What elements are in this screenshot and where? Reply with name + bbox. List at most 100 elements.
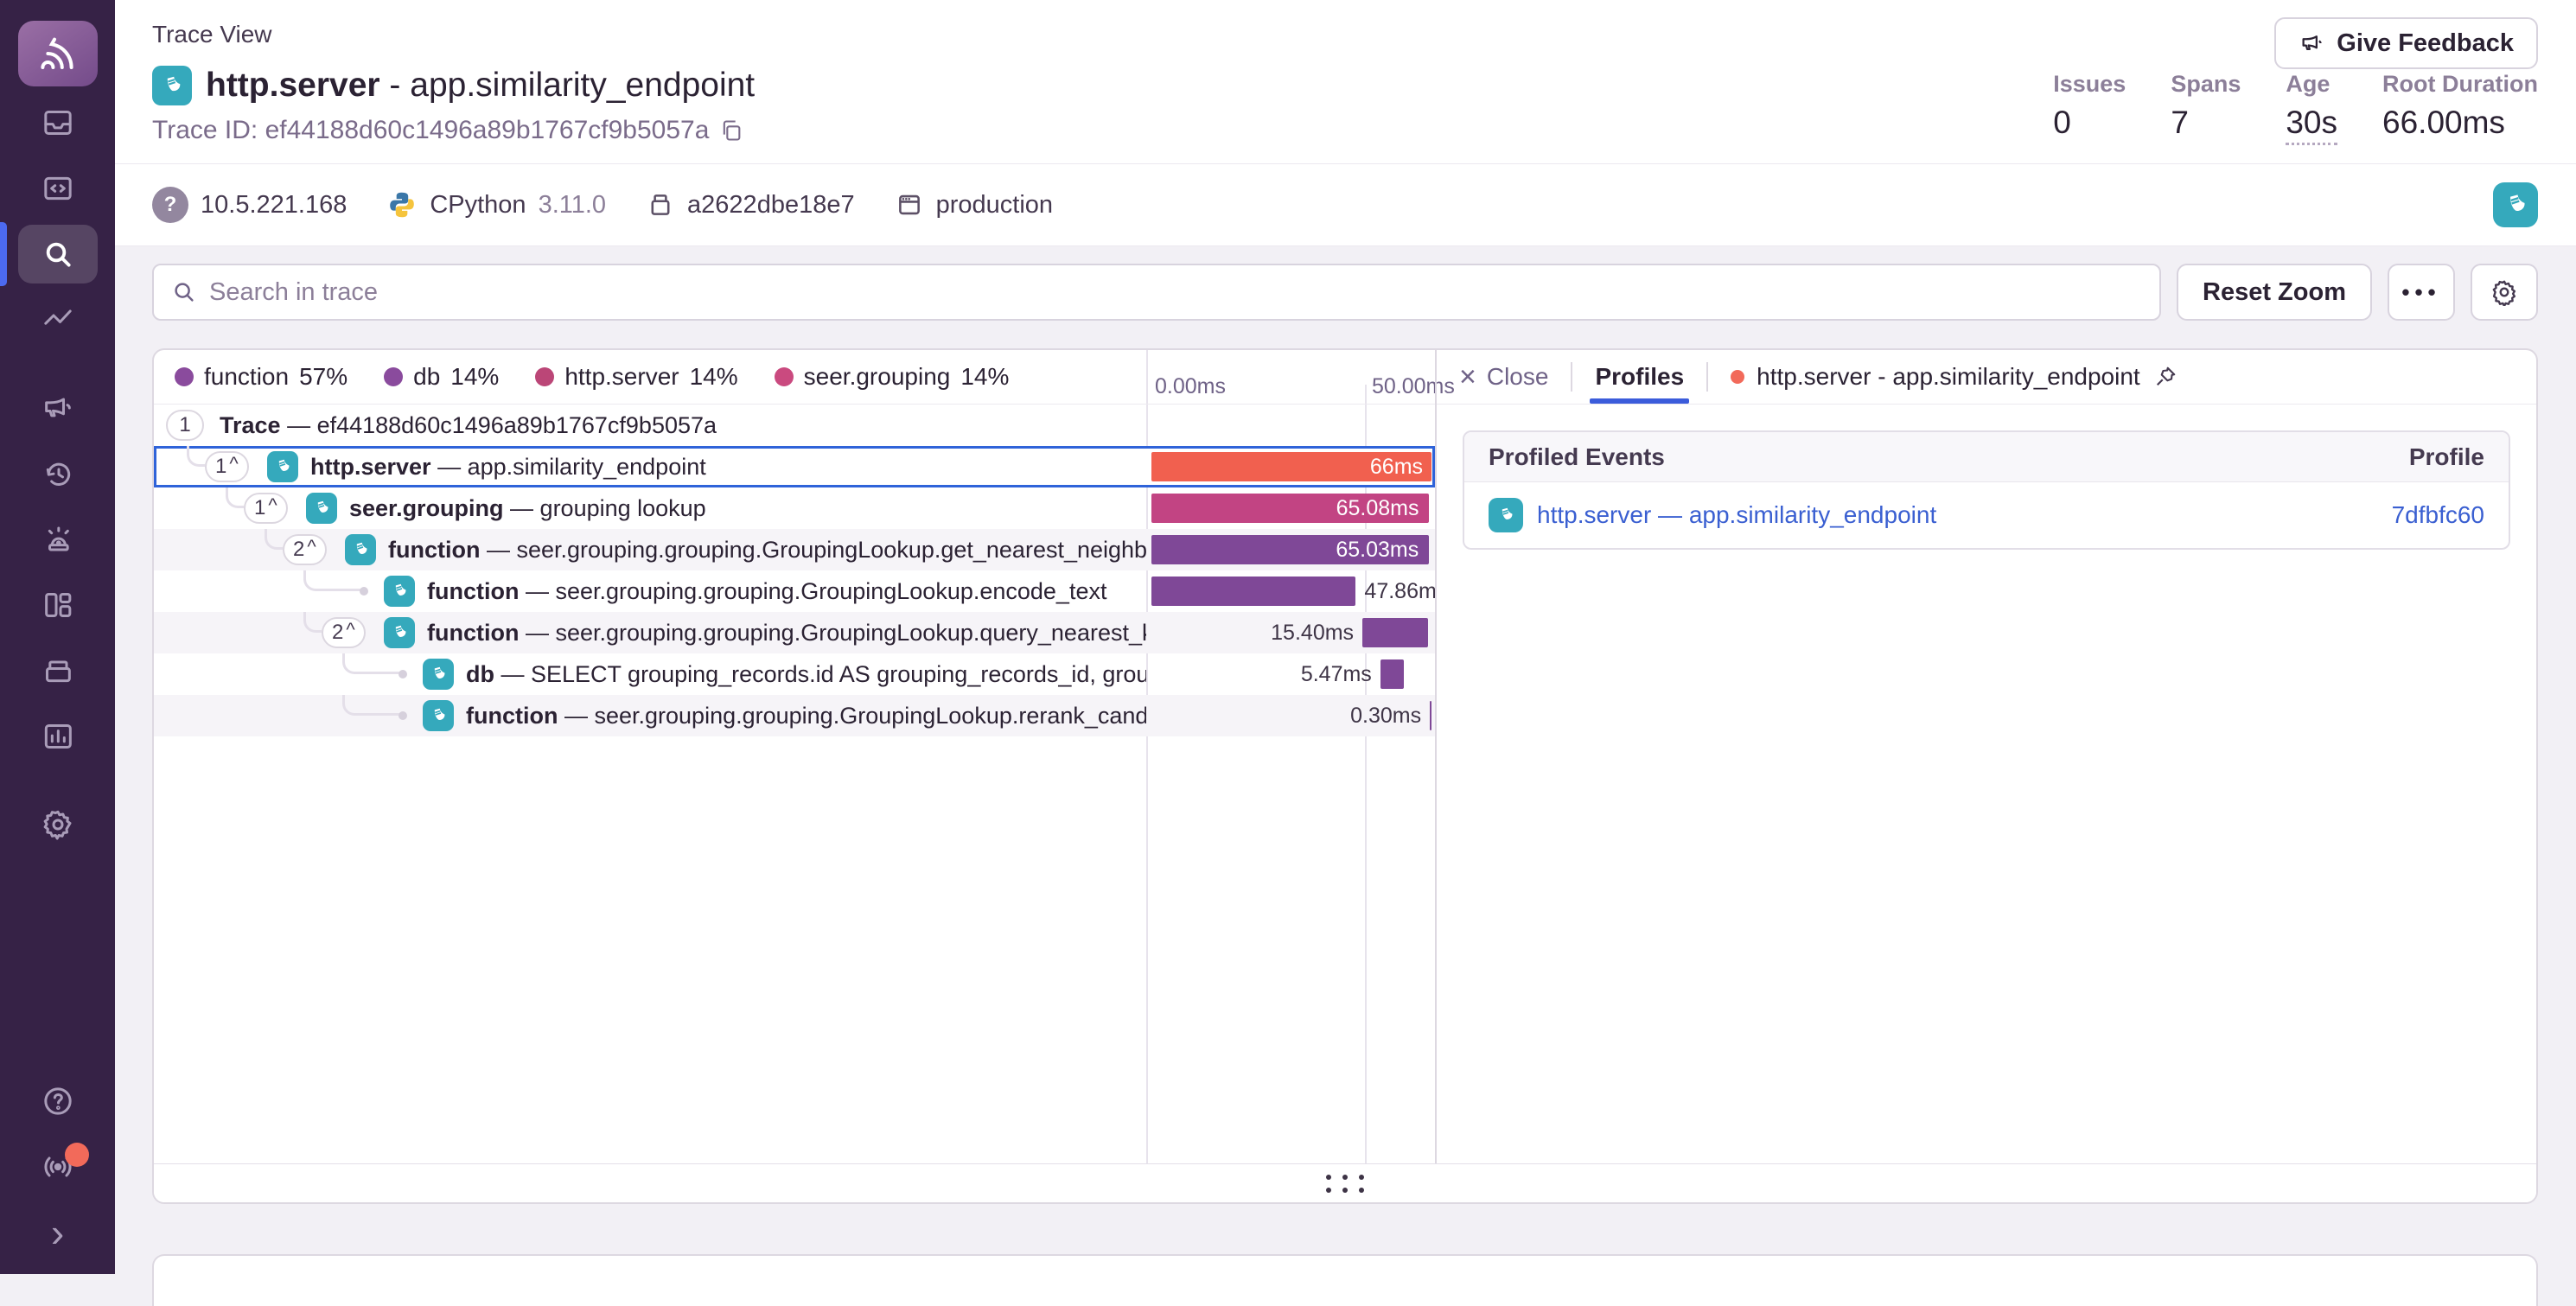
span-row-function[interactable]: function — seer.grouping.grouping.Groupi…	[154, 695, 1435, 736]
duration-label: 66ms	[1370, 446, 1423, 487]
span-row-db[interactable]: db — SELECT grouping_records.id AS group…	[154, 653, 1435, 695]
expand-pill[interactable]: 2^	[322, 617, 366, 648]
release-tag[interactable]: a2622dbe18e7	[646, 190, 855, 220]
reset-zoom-button[interactable]: Reset Zoom	[2177, 264, 2372, 321]
gear-icon	[2490, 278, 2518, 306]
leaf-connector-dot	[399, 670, 407, 678]
legend-db: db14%	[384, 363, 499, 391]
trace-waterfall-card: function57%db14%http.server14%seer.group…	[152, 348, 2538, 1204]
sidebar-item-performance-zigzag[interactable]	[18, 290, 98, 349]
sidebar-item-whats-new-broadcast[interactable]	[18, 1137, 98, 1196]
duration-label: 0.30ms	[1350, 695, 1421, 736]
sidebar-item-dashboards[interactable]	[18, 576, 98, 634]
drawer-tabs: × Close Profiles http.server - app.simil…	[1437, 350, 2536, 404]
duration-bar[interactable]	[1151, 577, 1355, 606]
duration-label: 65.08ms	[1336, 487, 1419, 529]
span-row-function[interactable]: 2^function — seer.grouping.grouping.Grou…	[154, 612, 1435, 653]
span-color-dot	[1731, 370, 1744, 384]
tab-profiles[interactable]: Profiles	[1595, 350, 1684, 404]
span-description: seer.grouping — grouping lookup	[349, 487, 706, 529]
copy-icon[interactable]	[719, 118, 743, 143]
user-tag[interactable]: ? 10.5.221.168	[152, 187, 347, 223]
profile-column-header: Profile	[2409, 443, 2484, 471]
environment-tag[interactable]: production	[895, 190, 1053, 220]
window-icon	[895, 190, 924, 220]
more-options-button[interactable]: •••	[2388, 264, 2455, 321]
stat-spans: Spans7	[2171, 71, 2241, 145]
stat-issues: Issues0	[2053, 71, 2126, 145]
profiled-events-table: Profiled Events Profile http.server — ap…	[1463, 430, 2510, 550]
expand-pill[interactable]: 2^	[283, 534, 327, 565]
avatar: ?	[152, 187, 188, 223]
expand-pill[interactable]: 1^	[205, 451, 249, 482]
expand-pill[interactable]: 1	[166, 410, 204, 441]
profiling-span-icon	[345, 534, 376, 565]
profiled-event-row: http.server — app.similarity_endpoint 7df…	[1464, 482, 2509, 548]
pin-icon[interactable]	[2152, 364, 2178, 390]
profiling-badge-icon[interactable]	[2493, 182, 2538, 227]
profiling-span-icon	[423, 659, 454, 690]
profiling-icon	[152, 66, 192, 105]
main-area: Trace View http.server - app.similarity_…	[115, 0, 2576, 1274]
trace-stats: Issues0Spans7Age30sRoot Duration66.00ms	[2053, 71, 2538, 145]
duration-label: 5.47ms	[1301, 653, 1372, 695]
duration-bar[interactable]	[1380, 659, 1404, 689]
span-row-Trace[interactable]: 1 Trace — ef44188d60c1496a89b1767cf9b5057…	[154, 405, 1435, 446]
drag-handle-icon	[1326, 1175, 1364, 1193]
duration-label: 15.40ms	[1271, 612, 1354, 653]
sidebar-item-explore-search[interactable]	[18, 225, 98, 283]
drawer-resize-handle[interactable]	[154, 1163, 2536, 1202]
close-drawer-button[interactable]: Close	[1487, 363, 1549, 391]
notification-badge	[65, 1143, 89, 1167]
leaf-connector-dot	[360, 587, 368, 596]
span-description: db — SELECT grouping_records.id AS group…	[466, 653, 1146, 695]
legend-dot	[535, 367, 554, 386]
sidebar-item-feedback-megaphone[interactable]	[18, 379, 98, 437]
span-row-seer-grouping[interactable]: 1^ seer.grouping — grouping lookup 65.08ms	[154, 487, 1435, 529]
close-icon[interactable]: ×	[1459, 362, 1476, 392]
profiling-icon	[1489, 498, 1523, 532]
span-description: function — seer.grouping.grouping.Groupi…	[466, 695, 1146, 736]
megaphone-icon	[2299, 30, 2324, 56]
runtime-tag[interactable]: CPython 3.11.0	[386, 189, 606, 220]
profiling-span-icon	[423, 700, 454, 731]
leaf-connector-dot	[399, 711, 407, 720]
search-input[interactable]: Search in trace	[152, 264, 2161, 321]
legend-http-server: http.server14%	[535, 363, 737, 391]
ruler-tick-0: 0.00ms	[1155, 374, 1226, 399]
sidebar-item-alerts-siren[interactable]	[18, 510, 98, 569]
tags-bar: ? 10.5.221.168 CPython 3.11.0 a2622dbe18…	[115, 164, 2576, 246]
sentry-logo[interactable]	[18, 21, 98, 86]
duration-bar[interactable]	[1362, 618, 1428, 647]
collapse-chevron-icon[interactable]: ›	[18, 1203, 98, 1262]
duration-bar[interactable]	[1430, 701, 1431, 730]
span-row-function[interactable]: function — seer.grouping.grouping.Groupi…	[154, 570, 1435, 612]
span-description: function — seer.grouping.grouping.Groupi…	[427, 570, 1106, 612]
profile-id-link[interactable]: 7dfbfc60	[2392, 501, 2484, 529]
sidebar-item-settings-gear[interactable]	[18, 795, 98, 854]
profiled-event-link[interactable]: http.server — app.similarity_endpoint	[1537, 501, 1936, 529]
span-description: Trace — ef44188d60c1496a89b1767cf9b5057a	[220, 405, 717, 446]
duration-label: 65.03ms	[1336, 529, 1419, 570]
trace-content: Search in trace Reset Zoom ••• function5…	[115, 246, 2576, 1306]
sidebar-item-projects-code[interactable]	[18, 159, 98, 218]
sidebar: ›	[0, 0, 115, 1274]
bottom-panel-edge	[152, 1254, 2538, 1306]
stat-root-duration: Root Duration66.00ms	[2382, 71, 2538, 145]
span-row-http-server[interactable]: 1^http.server — app.similarity_endpoint6…	[154, 446, 1435, 487]
sidebar-item-releases-archive[interactable]	[18, 641, 98, 700]
sidebar-item-issues-inbox[interactable]	[18, 93, 98, 152]
trace-settings-button[interactable]	[2471, 264, 2538, 321]
give-feedback-button[interactable]: Give Feedback	[2274, 17, 2538, 69]
sidebar-item-stats-chart[interactable]	[18, 707, 98, 766]
pinned-span-tab[interactable]: http.server - app.similarity_endpoint	[1731, 363, 2178, 391]
span-row-function[interactable]: 2^ function — seer.grouping.grouping.Grou…	[154, 529, 1435, 570]
expand-pill[interactable]: 1^	[244, 493, 288, 524]
sidebar-item-replays-history[interactable]	[18, 444, 98, 503]
logo-arc-small	[42, 62, 53, 67]
profiled-events-header: Profiled Events	[1489, 443, 1665, 471]
duration-label: 47.86ms	[1364, 570, 1435, 612]
span-description: function — seer.grouping.grouping.Groupi…	[388, 529, 1146, 570]
page-title: Trace View	[152, 0, 2576, 48]
sidebar-item-help[interactable]	[18, 1072, 98, 1131]
